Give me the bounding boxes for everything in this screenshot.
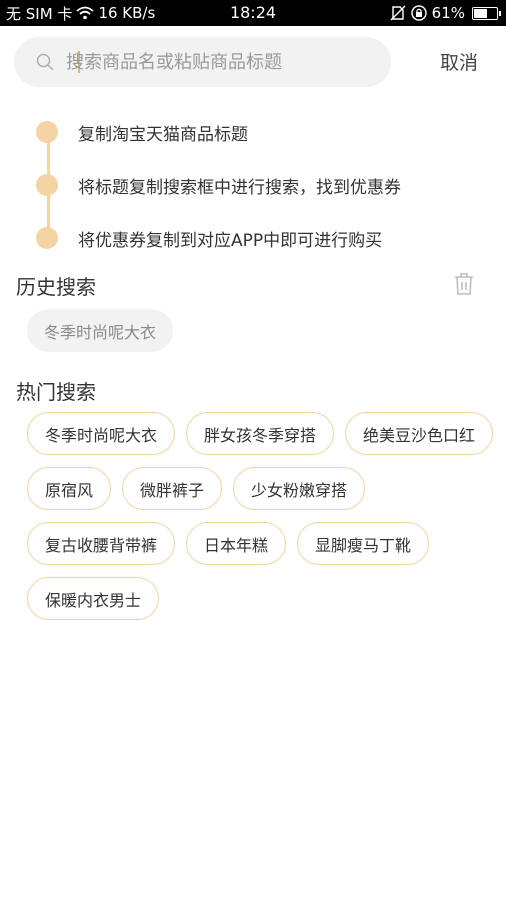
hot-chip[interactable]: 复古收腰背带裤 <box>27 522 176 565</box>
step-dot <box>36 121 58 143</box>
search-icon <box>36 53 54 71</box>
hot-chip[interactable]: 显脚瘦马丁靴 <box>297 522 430 565</box>
step-text: 复制淘宝天猫商品标题 <box>78 124 248 145</box>
status-bar: 无 SIM 卡 16 KB/s 18:24 61% <box>0 0 506 26</box>
status-right: 61% <box>390 0 501 26</box>
hot-chip[interactable]: 胖女孩冬季穿搭 <box>186 412 335 455</box>
no-sim-icon <box>390 5 406 21</box>
history-chips: 冬季时尚呢大衣 <box>27 309 497 352</box>
hot-chip[interactable]: 原宿风 <box>27 467 112 510</box>
step-item: 将优惠券复制到对应APP中即可进行购买 <box>36 225 382 251</box>
history-chip[interactable]: 冬季时尚呢大衣 <box>27 309 174 352</box>
step-dot <box>36 174 58 196</box>
hot-chip[interactable]: 少女粉嫩穿搭 <box>233 467 366 510</box>
search-input[interactable] <box>66 37 375 87</box>
search-box[interactable] <box>14 37 391 87</box>
history-title: 历史搜索 <box>16 275 96 299</box>
hot-chip[interactable]: 绝美豆沙色口红 <box>345 412 494 455</box>
hot-title: 热门搜索 <box>16 380 96 404</box>
rotation-lock-icon <box>410 5 427 21</box>
hot-chip[interactable]: 保暖内衣男士 <box>27 577 160 620</box>
step-item: 复制淘宝天猫商品标题 <box>36 119 248 145</box>
trash-icon[interactable] <box>454 272 474 296</box>
hot-chip[interactable]: 日本年糕 <box>186 522 287 565</box>
battery-percent: 61% <box>431 4 465 22</box>
steps-guide: 复制淘宝天猫商品标题 将标题复制搜索框中进行搜索，找到优惠券 将优惠券复制到对应… <box>36 115 496 265</box>
step-text: 将标题复制搜索框中进行搜索，找到优惠券 <box>78 177 401 198</box>
battery-icon <box>472 6 501 20</box>
hot-chip[interactable]: 微胖裤子 <box>122 467 223 510</box>
hot-chips: 冬季时尚呢大衣 胖女孩冬季穿搭 绝美豆沙色口红 原宿风 微胖裤子 少女粉嫩穿搭 … <box>27 412 497 620</box>
step-item: 将标题复制搜索框中进行搜索，找到优惠券 <box>36 172 401 198</box>
step-dot <box>36 227 58 249</box>
cancel-button[interactable]: 取消 <box>440 48 478 75</box>
hot-chip[interactable]: 冬季时尚呢大衣 <box>27 412 176 455</box>
step-text: 将优惠券复制到对应APP中即可进行购买 <box>78 230 383 251</box>
